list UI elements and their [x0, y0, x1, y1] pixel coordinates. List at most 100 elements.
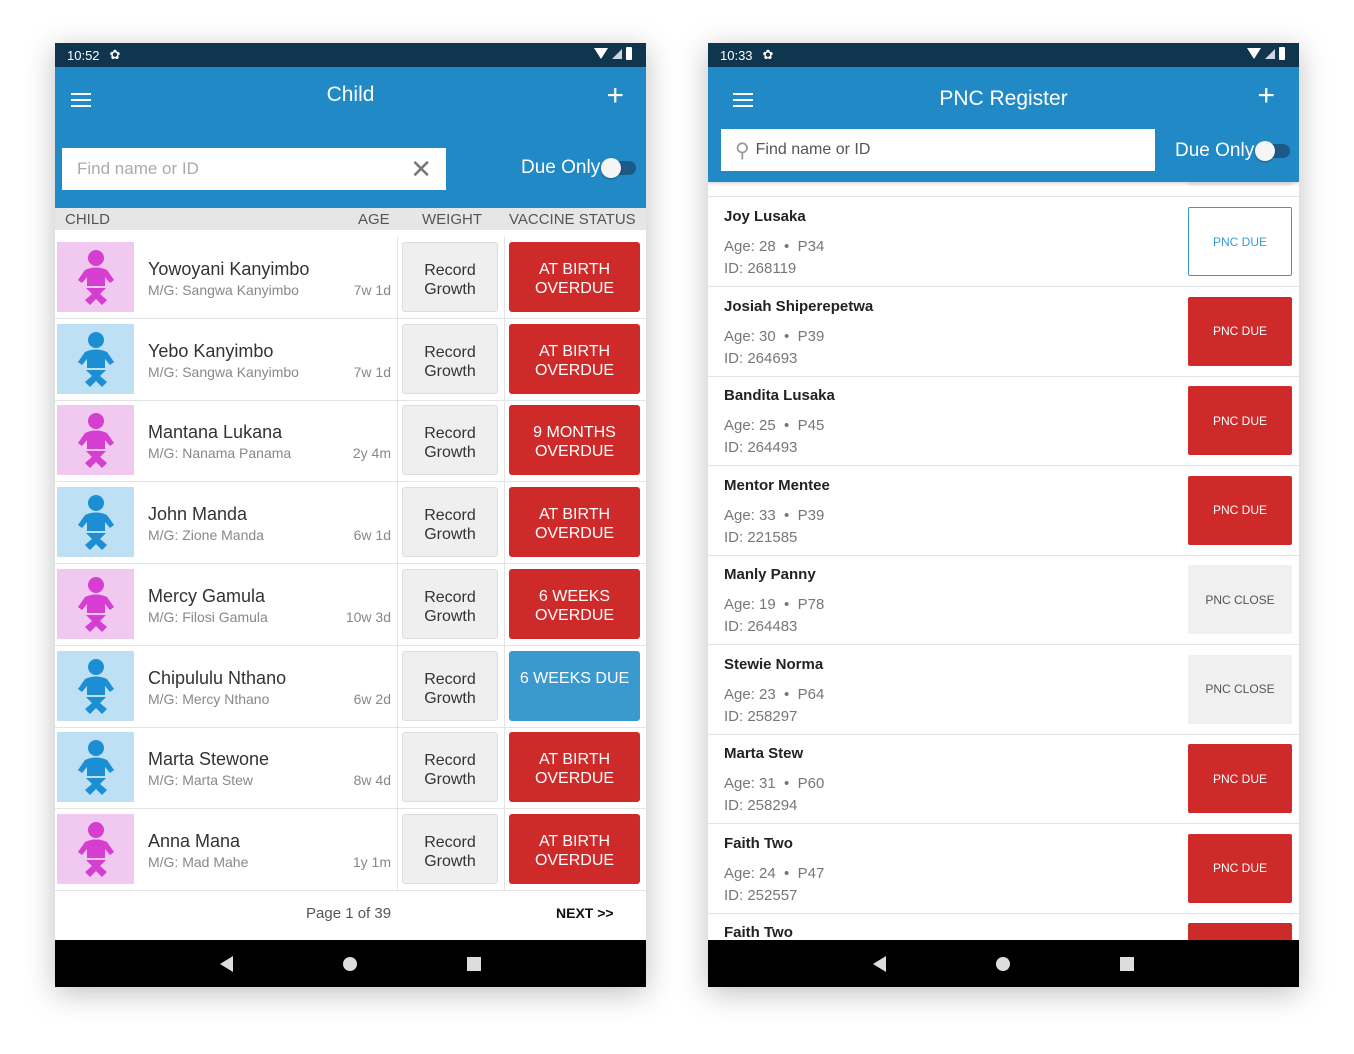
- search-input[interactable]: Find name or ID ✕: [62, 148, 446, 190]
- vaccine-status-button[interactable]: 6 WEEKS DUE: [509, 650, 640, 721]
- search-placeholder: Find name or ID: [755, 141, 871, 158]
- pnc-row[interactable]: Bandita Lusaka Age: 25 • P45 ID: 264493 …: [708, 376, 1299, 466]
- back-icon[interactable]: [220, 955, 233, 972]
- record-growth-button[interactable]: Record Growth: [402, 323, 498, 394]
- child-register-screen: 10:52 ✿ Child + Find name or ID ✕ Due On…: [55, 43, 646, 987]
- pnc-row[interactable]: Manly Panny Age: 19 • P78 ID: 264483 PNC…: [708, 555, 1299, 645]
- pnc-status-button[interactable]: PNC DUE: [1188, 207, 1292, 276]
- pnc-status-button[interactable]: PNC CLOSE: [1188, 654, 1292, 724]
- due-only-toggle[interactable]: Due Only: [1175, 140, 1291, 162]
- record-growth-button[interactable]: Record Growth: [402, 242, 498, 312]
- child-name: Mercy Gamula: [148, 585, 266, 606]
- pnc-row[interactable]: Faith Two Age: 24 • P47 ID: 252557 PNC D…: [708, 824, 1299, 914]
- vaccine-status-button[interactable]: AT BIRTH OVERDUE: [509, 323, 640, 394]
- client-name: Faith Two: [724, 834, 793, 852]
- pnc-row[interactable]: Marta Stew Age: 31 • P60 ID: 258294 PNC …: [708, 734, 1299, 824]
- girl-baby-icon: [57, 568, 134, 639]
- divider: [504, 645, 505, 727]
- col-child[interactable]: CHILD: [65, 211, 110, 228]
- add-icon[interactable]: +: [1257, 79, 1275, 113]
- mother-guardian: M/G: Zione Manda: [148, 527, 264, 544]
- record-growth-button[interactable]: Record Growth: [402, 813, 498, 884]
- child-name: Marta Stewone: [148, 749, 270, 770]
- col-weight[interactable]: WEIGHT: [422, 211, 482, 228]
- client-name: Marta Stew: [724, 745, 804, 762]
- divider: [397, 645, 398, 727]
- divider: [504, 482, 505, 564]
- pnc-status-button[interactable]: PNC CLOSE: [1188, 565, 1292, 634]
- pnc-row[interactable]: Joy Lusaka Age: 28 • P34 ID: 268119 PNC …: [708, 197, 1299, 287]
- child-name: Mantana Lukana: [148, 422, 283, 443]
- client-meta: Age: 25 • P45: [724, 417, 825, 434]
- next-button[interactable]: NEXT >>: [556, 905, 614, 921]
- clear-icon[interactable]: ✕: [410, 154, 432, 185]
- child-row[interactable]: Chipululu Nthano M/G: Mercy Nthano 6w 2d…: [55, 645, 646, 728]
- column-header: CHILD AGE WEIGHT VACCINE STATUS: [55, 208, 646, 230]
- child-age: 8w 4d: [353, 772, 391, 789]
- child-name: Anna Mana: [148, 830, 241, 851]
- record-growth-button[interactable]: Record Growth: [402, 487, 498, 558]
- child-age: 10w 3d: [345, 608, 391, 625]
- due-only-toggle[interactable]: Due Only: [521, 157, 637, 179]
- recents-icon[interactable]: [467, 956, 481, 971]
- divider: [397, 808, 398, 890]
- girl-baby-icon: [57, 405, 134, 476]
- client-meta: Age: 23 • P64: [724, 685, 825, 703]
- client-name: Josiah Shiperepetwa: [724, 297, 874, 315]
- pnc-status-button[interactable]: PNC DUE: [1188, 744, 1292, 813]
- pnc-status-button[interactable]: [1188, 923, 1292, 940]
- client-name: Faith Two: [724, 924, 793, 940]
- child-row[interactable]: Anna Mana M/G: Mad Mahe 1y 1m Record Gro…: [55, 808, 646, 891]
- pnc-row[interactable]: Faith Two: [708, 913, 1299, 940]
- back-icon[interactable]: [873, 955, 886, 972]
- record-growth-button[interactable]: Record Growth: [402, 568, 498, 639]
- home-icon[interactable]: [996, 956, 1010, 971]
- col-vaccine-status[interactable]: VACCINE STATUS: [509, 211, 636, 228]
- vaccine-status-button[interactable]: AT BIRTH OVERDUE: [509, 732, 640, 803]
- vaccine-status-button[interactable]: AT BIRTH OVERDUE: [509, 242, 640, 312]
- nav-bar: [55, 940, 646, 987]
- mother-guardian: M/G: Marta Stew: [148, 772, 254, 789]
- client-id: ID: 258294: [724, 797, 798, 814]
- search-input[interactable]: ⚲ Find name or ID: [721, 129, 1155, 171]
- signal-icon: [612, 48, 622, 59]
- pnc-row[interactable]: Josiah Shiperepetwa Age: 30 • P39 ID: 26…: [708, 287, 1299, 377]
- client-id: ID: 264693: [724, 349, 798, 367]
- record-growth-button[interactable]: Record Growth: [402, 650, 498, 721]
- mother-guardian: M/G: Sangwa Kanyimbo: [148, 363, 299, 380]
- vaccine-status-button[interactable]: AT BIRTH OVERDUE: [509, 487, 640, 558]
- vaccine-status-button[interactable]: AT BIRTH OVERDUE: [509, 813, 640, 884]
- app-header: PNC Register + ⚲ Find name or ID Due Onl…: [708, 67, 1299, 182]
- recents-icon[interactable]: [1120, 956, 1134, 971]
- record-growth-button[interactable]: Record Growth: [402, 405, 498, 476]
- mother-guardian: M/G: Filosi Gamula: [148, 608, 268, 625]
- pnc-status-button[interactable]: PNC DUE: [1188, 475, 1292, 545]
- mother-guardian: M/G: Sangwa Kanyimbo: [148, 282, 299, 298]
- toggle-switch[interactable]: [601, 158, 637, 178]
- pnc-status-button[interactable]: PNC DUE: [1188, 833, 1292, 903]
- home-icon[interactable]: [343, 956, 357, 971]
- child-row[interactable]: Yowoyani Kanyimbo M/G: Sangwa Kanyimbo 7…: [55, 237, 646, 319]
- record-growth-button[interactable]: Record Growth: [402, 732, 498, 803]
- pnc-row[interactable]: Stewie Norma Age: 23 • P64 ID: 258297 PN…: [708, 645, 1299, 735]
- child-row[interactable]: Yebo Kanyimbo M/G: Sangwa Kanyimbo 7w 1d…: [55, 318, 646, 401]
- pnc-status-button[interactable]: PNC DUE: [1188, 296, 1292, 366]
- col-age[interactable]: AGE: [358, 211, 390, 228]
- pnc-row[interactable]: Mentor Mentee Age: 33 • P39 ID: 221585 P…: [708, 466, 1299, 556]
- toggle-switch[interactable]: [1255, 141, 1291, 161]
- vaccine-status-button[interactable]: 6 WEEKS OVERDUE: [509, 568, 640, 639]
- pnc-status-button[interactable]: PNC DUE: [1188, 386, 1292, 455]
- child-name: John Manda: [148, 504, 248, 525]
- child-row[interactable]: Mercy Gamula M/G: Filosi Gamula 10w 3d R…: [55, 563, 646, 646]
- child-name: Yowoyani Kanyimbo: [148, 259, 310, 279]
- client-id: ID: 264493: [724, 439, 798, 456]
- child-age: 7w 1d: [353, 363, 391, 380]
- child-row[interactable]: Marta Stewone M/G: Marta Stew 8w 4d Reco…: [55, 727, 646, 810]
- client-meta: Age: 31 • P60: [724, 775, 825, 792]
- child-age: 7w 1d: [353, 282, 391, 298]
- child-row[interactable]: Mantana Lukana M/G: Nanama Panama 2y 4m …: [55, 400, 646, 483]
- vaccine-status-button[interactable]: 9 MONTHS OVERDUE: [509, 405, 640, 476]
- add-icon[interactable]: +: [606, 79, 624, 113]
- child-row[interactable]: John Manda M/G: Zione Manda 6w 1d Record…: [55, 482, 646, 565]
- client-age: Age: 28: [724, 238, 776, 255]
